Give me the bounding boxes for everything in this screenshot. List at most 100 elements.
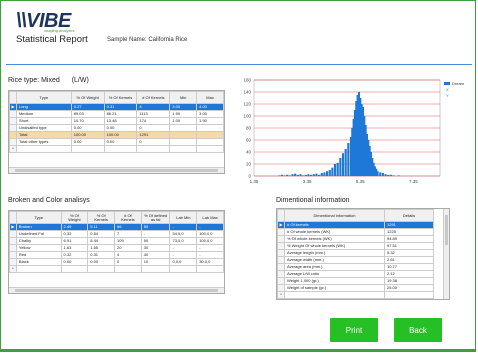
table-cell: 4	[114, 251, 142, 259]
table-row[interactable]: Short 10.70 13.48 174 1.00 1.90	[9, 117, 224, 125]
table-row[interactable]: ▶ # Of kernels 1291	[277, 221, 434, 229]
table-row[interactable]: Total other types 0.00 0.00 0	[9, 138, 224, 146]
table-row[interactable]: Undisaifed type 0.00 0.00 0	[9, 124, 224, 132]
row-selector[interactable]	[9, 117, 17, 125]
y-tick-label: 100	[243, 114, 251, 119]
row-selector[interactable]	[9, 131, 17, 139]
table-row[interactable]: Weight of sample (gr.) 25.00	[277, 284, 434, 292]
row-selector[interactable]	[277, 228, 285, 236]
column-header[interactable]: Lab Min	[169, 211, 198, 224]
column-header[interactable]: Dimentional information	[284, 209, 385, 222]
row-selector[interactable]: ▶	[277, 221, 285, 229]
histogram-bar	[291, 174, 294, 176]
table-row[interactable]: % Of whole kernels (WK) 94.89	[277, 235, 434, 243]
broken-grid-hscroll[interactable]	[9, 287, 224, 293]
column-header[interactable]: Details	[384, 209, 434, 222]
legend-label: Dream	[452, 81, 465, 86]
new-row[interactable]: *	[9, 145, 224, 153]
row-selector[interactable]	[9, 138, 17, 146]
table-cell: 94.89	[384, 235, 434, 243]
table-row[interactable]: Total 100.00 100.00 1291	[9, 131, 224, 139]
table-row[interactable]: Average width (mm.) 2.61	[277, 256, 434, 264]
table-cell: 0.00	[87, 258, 116, 266]
table-row[interactable]: ▶ Broken 2.49 5.11 66 50- -	[9, 223, 224, 231]
rice-grid-hscroll[interactable]	[9, 167, 224, 173]
table-row[interactable]: Undefined Fal 0.32 0.54 7-54,0,0 100,0,0	[9, 230, 224, 238]
row-selector[interactable]: ▶	[9, 223, 17, 231]
histogram-bar	[294, 173, 297, 176]
row-selector[interactable]	[277, 277, 285, 285]
row-selector[interactable]	[9, 110, 17, 118]
table-cell: Black	[15, 258, 62, 266]
table-row[interactable]: # Of whole kernels (WK) 1225	[277, 228, 434, 236]
rice-type-grid[interactable]: Type% Of Weight% Of Kernels # Of Kernels M…	[8, 90, 225, 174]
row-selector[interactable]	[9, 237, 17, 245]
print-button[interactable]: Print	[330, 318, 378, 342]
sample-name: Sample Name: California Rice	[107, 37, 188, 43]
table-cell: -	[169, 251, 198, 259]
histogram-bar	[304, 174, 307, 176]
table-row[interactable]: ▶ Long 0.27 0.31 4 3.00 4.00	[9, 103, 224, 111]
row-selector[interactable]	[277, 249, 285, 257]
table-row[interactable]: Average length (mm.) 5.32	[277, 249, 434, 257]
row-selector[interactable]	[277, 242, 285, 250]
back-button[interactable]: Back	[394, 318, 442, 342]
table-cell: 7	[114, 230, 142, 238]
broken-title: Broken and Color analisys	[8, 197, 90, 204]
histogram-bar	[392, 175, 395, 176]
histogram-bar	[302, 175, 305, 176]
dimensional-grid[interactable]: Dimentional information Details ▶ # Of kern…	[276, 208, 450, 300]
column-header[interactable]: Lab Max	[196, 211, 224, 224]
column-header[interactable]: % Of defined as fal	[140, 211, 171, 224]
table-row[interactable]: Medium 89.03 86.21 1113 1.90 3.00	[9, 110, 224, 118]
histogram-bar	[280, 174, 283, 176]
table-row[interactable]: Black 0.00 0.00 0 10 0,0,0 30,0,0	[9, 258, 224, 266]
table-cell: 13.48	[103, 117, 138, 125]
row-header-corner	[9, 91, 17, 104]
table-row[interactable]: Red 0.32 0.31 4 40- -	[9, 251, 224, 259]
table-row[interactable]: Yellow 1.63 1.55 20 30- -	[9, 244, 224, 252]
table-cell: 2.49	[60, 223, 89, 231]
table-cell: 0	[136, 124, 171, 132]
row-selector[interactable]	[277, 256, 285, 264]
broken-grid[interactable]: Type% Of Weight% Of Kernels # Of Kernels%…	[8, 210, 225, 294]
column-header[interactable]: # Of Kernels	[136, 91, 171, 104]
row-selector[interactable]	[277, 284, 285, 292]
row-selector[interactable]	[9, 258, 17, 266]
column-header[interactable]: Type	[15, 211, 62, 224]
column-header[interactable]: % Of Weight	[60, 211, 89, 224]
column-header[interactable]: % Of Kernels	[87, 211, 116, 224]
column-header[interactable]: Min	[169, 91, 198, 104]
table-row[interactable]: Average area (mm.) 10.77	[277, 263, 434, 271]
table-cell: 19.38	[384, 277, 434, 285]
histogram-bar	[278, 175, 281, 176]
row-selector[interactable]	[9, 230, 17, 238]
table-row[interactable]: Average L/W ratio 2.12	[277, 270, 434, 278]
row-selector[interactable]	[277, 270, 285, 278]
row-selector[interactable]	[9, 124, 17, 132]
dimensional-grid-vscroll[interactable]	[443, 209, 449, 299]
histogram-bar	[296, 174, 299, 176]
row-selector[interactable]	[277, 263, 285, 271]
table-row[interactable]: Weight 1,000 (gr.) 19.38	[277, 277, 434, 285]
column-header[interactable]: Type	[15, 91, 72, 104]
row-selector[interactable]	[9, 251, 17, 259]
histogram-bar	[307, 174, 310, 176]
header-divider	[6, 64, 472, 65]
row-selector[interactable]	[277, 235, 285, 243]
histogram-bar	[379, 172, 382, 176]
new-row[interactable]: *	[9, 265, 224, 273]
x-tick-label: 7.35	[409, 179, 418, 184]
column-header[interactable]: # Of Kernels	[114, 211, 142, 224]
table-row[interactable]: Chalky 6.91 8.44 109 50 73,0,0 100,0,0	[9, 237, 224, 245]
length-histogram-chart: 0 20 40 60 80 100 120 140 160 1.35 3.35 5.35 7.35 Dre…	[243, 78, 465, 185]
column-header[interactable]: % Of Kernels	[103, 91, 138, 104]
column-header[interactable]: % Of Weight	[70, 91, 105, 104]
row-selector[interactable]	[9, 244, 17, 252]
table-cell: 100.00	[103, 131, 138, 139]
table-cell: 5.11	[87, 223, 116, 231]
row-selector[interactable]: ▶	[9, 103, 17, 111]
new-row[interactable]: *	[277, 291, 434, 299]
column-header[interactable]: Max	[196, 91, 224, 104]
table-row[interactable]: % Weight Of whole kernels (WK) 97.51	[277, 242, 434, 250]
